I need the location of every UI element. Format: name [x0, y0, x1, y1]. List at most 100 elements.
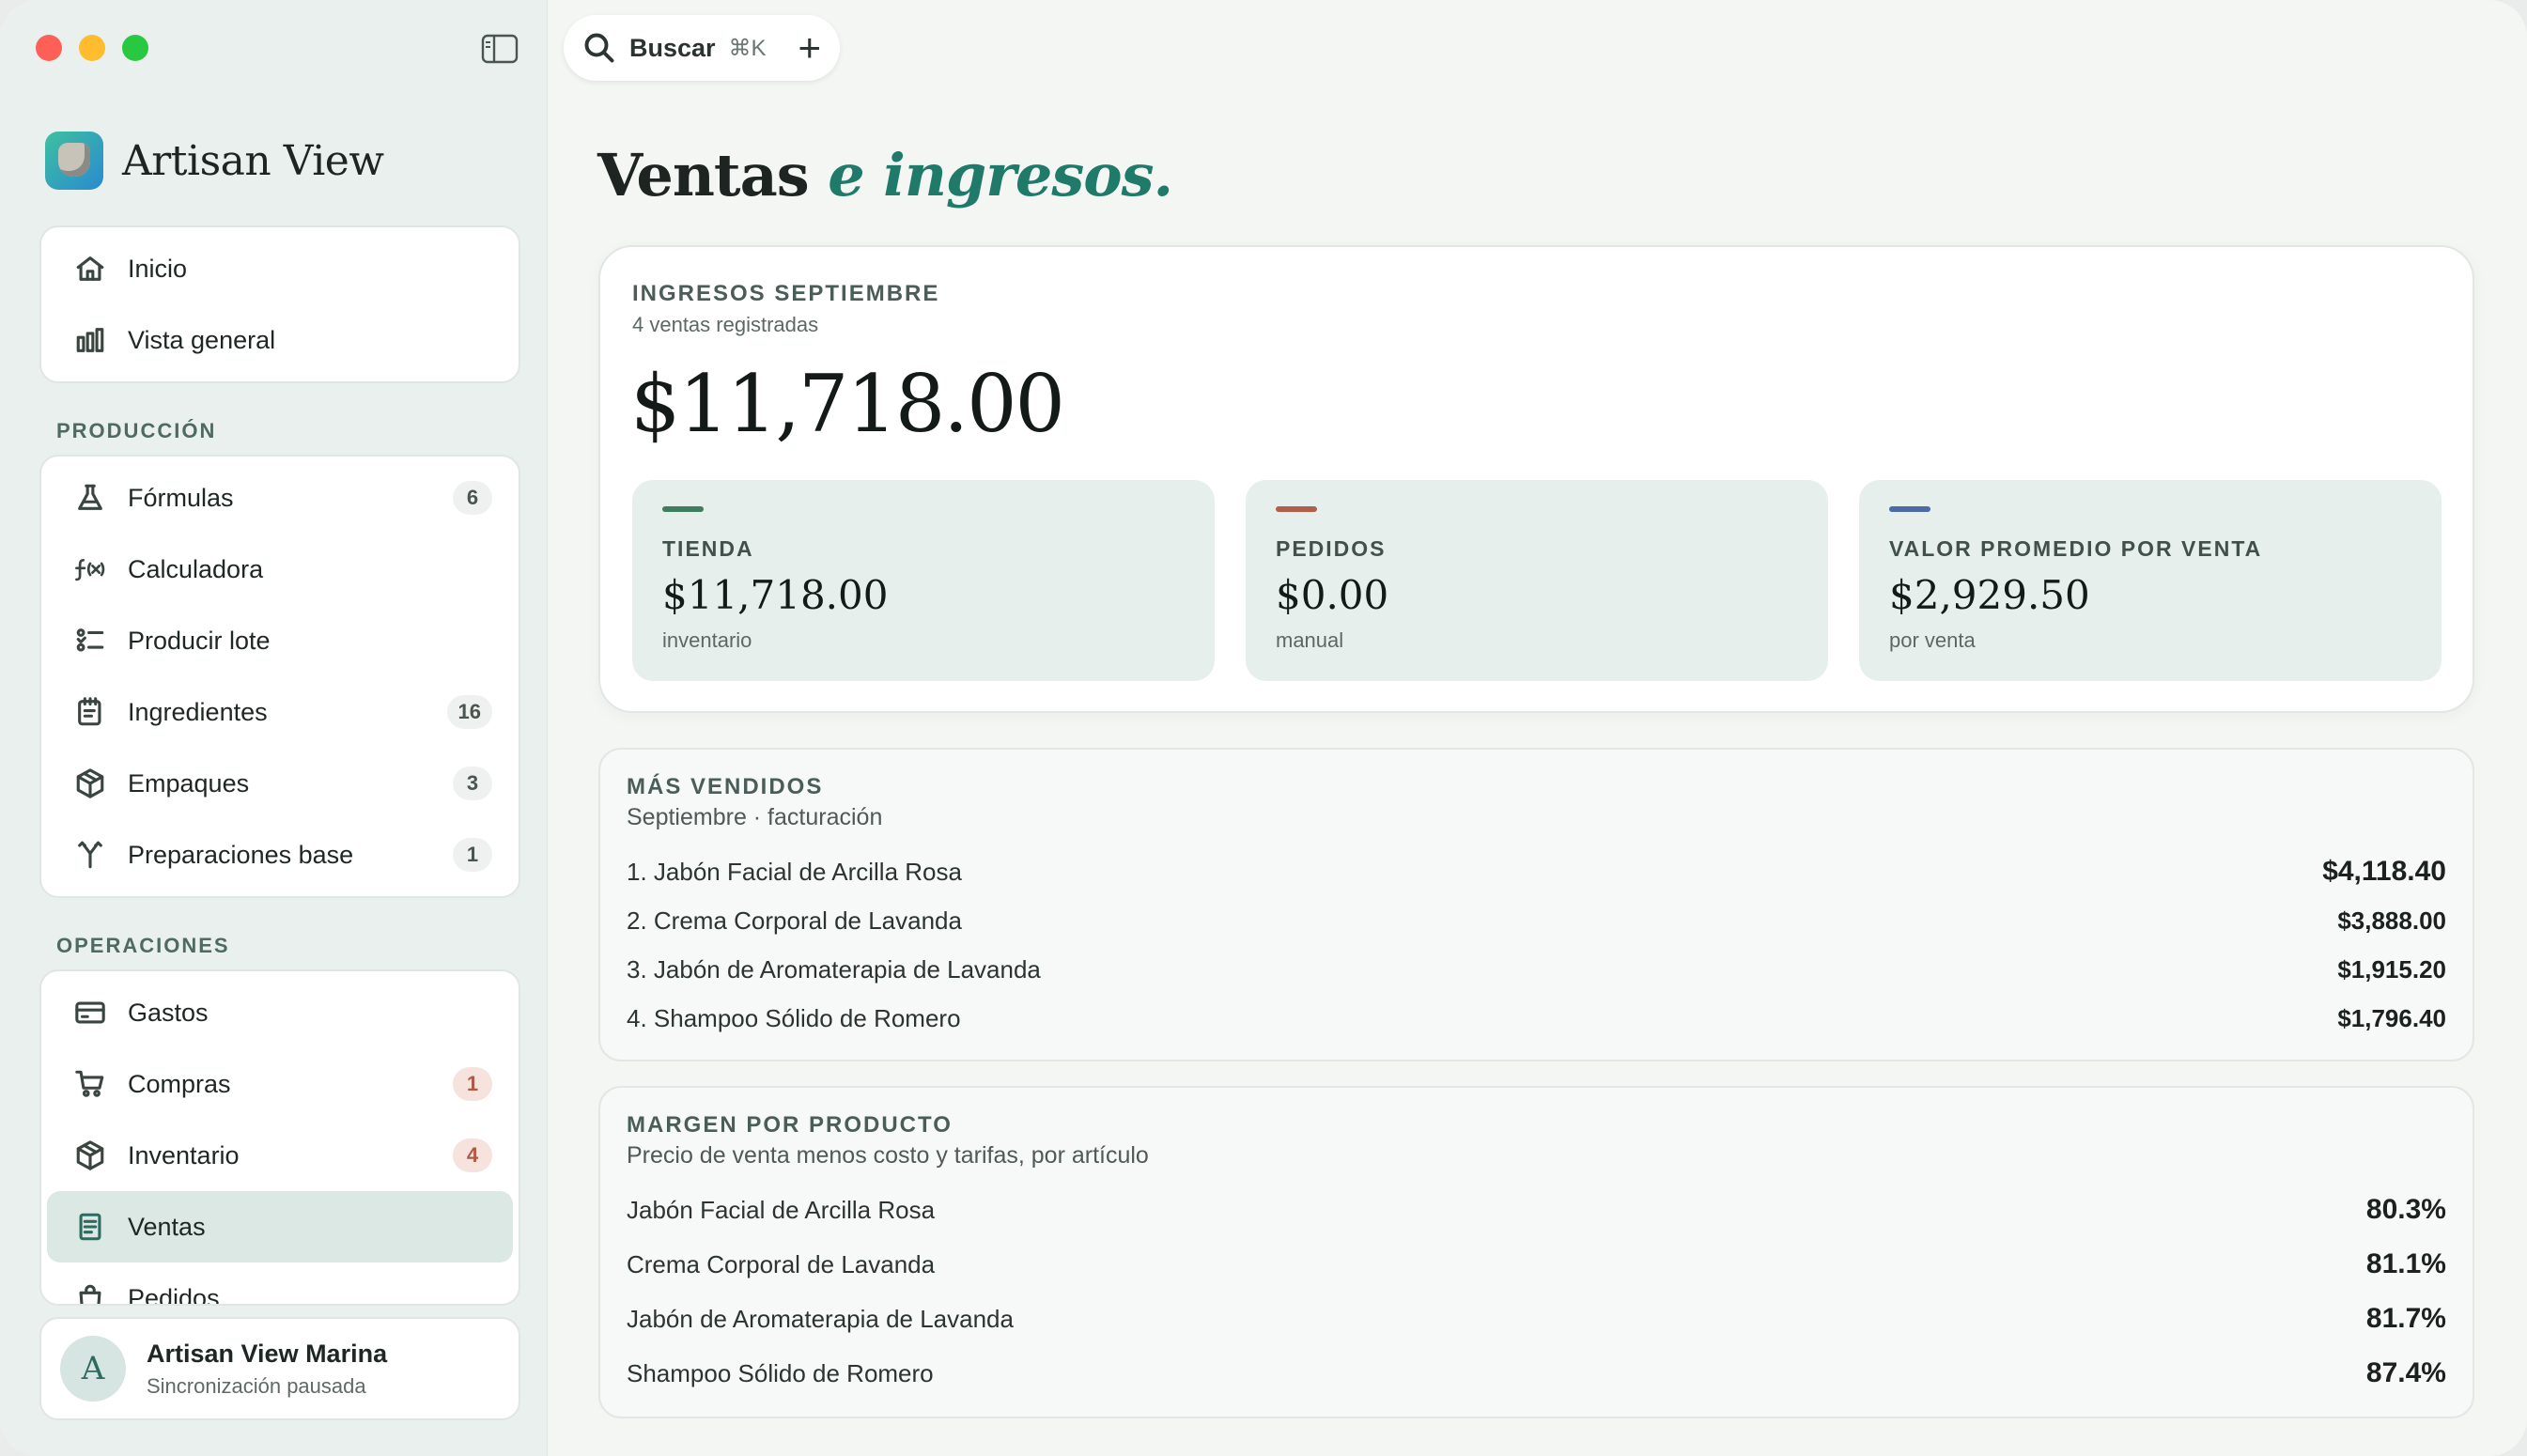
page-title: Ventas e ingresos.	[597, 141, 1173, 209]
account-card[interactable]: A Artisan View Marina Sincronización pau…	[39, 1317, 520, 1420]
box-icon	[71, 1137, 109, 1174]
nav-group-operaciones: Gastos Compras 1 Inventario 4 Ventas Ped…	[39, 969, 520, 1306]
metric-value: $11,718.00	[662, 572, 889, 618]
product-revenue: $1,915.20	[2337, 954, 2446, 984]
margin-eyebrow: MARGEN POR PRODUCTO	[627, 1112, 953, 1138]
metric-tienda: TIENDA $11,718.00 inventario	[632, 480, 1215, 681]
sidebar-item-label: Ingredientes	[128, 697, 268, 726]
product-name: 4. Shampoo Sólido de Romero	[627, 1003, 961, 1032]
metric-sub: por venta	[1889, 628, 1976, 652]
product-name: 3. Jabón de Aromaterapia de Lavanda	[627, 954, 1041, 984]
list-check-icon	[71, 622, 109, 659]
page-title-accent: e ingresos.	[828, 141, 1173, 209]
sidebar-item-ventas[interactable]: Ventas	[47, 1191, 513, 1262]
sidebar-item-label: Pedidos	[128, 1283, 220, 1306]
sidebar-toggle-icon[interactable]	[481, 34, 519, 64]
list-item[interactable]: Shampoo Sólido de Romero 87.4%	[627, 1355, 2446, 1392]
sidebar-item-formulas[interactable]: Fórmulas 6	[47, 462, 513, 534]
sync-status: Sincronización pausada	[147, 1373, 366, 1398]
search-button[interactable]: Buscar ⌘K +	[564, 15, 840, 81]
margin-card: MARGEN POR PRODUCTO Precio de venta meno…	[598, 1086, 2474, 1418]
sidebar-item-label: Producir lote	[128, 626, 271, 655]
nav-group-main: Inicio Vista general	[39, 225, 520, 383]
metric-color-bar	[1276, 506, 1317, 512]
search-label: Buscar	[629, 33, 716, 62]
box-icon	[71, 765, 109, 802]
metric-sub: inventario	[662, 628, 752, 652]
metric-label: TIENDA	[662, 536, 754, 561]
search-icon	[584, 33, 614, 63]
account-info: Artisan View Marina Sincronización pausa…	[147, 1340, 387, 1399]
list-item[interactable]: 3. Jabón de Aromaterapia de Lavanda $1,9…	[627, 951, 2446, 988]
section-label-produccion: PRODUCCIÓN	[56, 419, 217, 442]
metric-pedidos: PEDIDOS $0.00 manual	[1246, 480, 1828, 681]
metric-color-bar	[1889, 506, 1930, 512]
count-badge: 1	[453, 1067, 492, 1101]
sidebar-item-calculadora[interactable]: Calculadora	[47, 534, 513, 605]
list-item[interactable]: Jabón de Aromaterapia de Lavanda 81.7%	[627, 1300, 2446, 1338]
sidebar-item-producir-lote[interactable]: Producir lote	[47, 605, 513, 676]
avatar: A	[60, 1336, 126, 1402]
product-margin: 81.7%	[2365, 1303, 2446, 1334]
product-margin: 80.3%	[2365, 1194, 2446, 1225]
sidebar-item-inicio[interactable]: Inicio	[47, 233, 513, 304]
sidebar-item-label: Calculadora	[128, 554, 264, 583]
list-item[interactable]: Crema Corporal de Lavanda 81.1%	[627, 1246, 2446, 1283]
cart-icon	[71, 1065, 109, 1103]
product-name: 1. Jabón Facial de Arcilla Rosa	[627, 857, 962, 886]
sidebar-item-vista-general[interactable]: Vista general	[47, 304, 513, 376]
sidebar-item-preparaciones-base[interactable]: Preparaciones base 1	[47, 819, 513, 891]
bar-chart-icon	[71, 321, 109, 359]
zoom-window-button[interactable]	[122, 35, 148, 61]
product-name: Jabón de Aromaterapia de Lavanda	[627, 1304, 1014, 1333]
count-badge: 1	[453, 838, 492, 872]
count-badge: 16	[446, 695, 492, 729]
app-name: Artisan View	[122, 136, 384, 185]
page-title-main: Ventas	[597, 141, 810, 209]
sidebar-item-label: Vista general	[128, 325, 276, 354]
product-revenue: $3,888.00	[2337, 906, 2446, 935]
metric-sub: manual	[1276, 628, 1344, 652]
sidebar-item-gastos[interactable]: Gastos	[47, 977, 513, 1048]
app-window: Artisan View Inicio Vista general PRODUC…	[0, 0, 2527, 1456]
sidebar-item-pedidos[interactable]: Pedidos	[47, 1262, 513, 1306]
product-name: 2. Crema Corporal de Lavanda	[627, 906, 962, 935]
list-item[interactable]: 2. Crema Corporal de Lavanda $3,888.00	[627, 902, 2446, 939]
product-name: Shampoo Sólido de Romero	[627, 1358, 934, 1387]
revenue-eyebrow: INGRESOS SEPTIEMBRE	[632, 281, 940, 306]
flask-icon	[71, 479, 109, 517]
home-icon	[71, 250, 109, 287]
app-logo	[45, 132, 103, 190]
sidebar-item-label: Compras	[128, 1069, 231, 1098]
nav-group-produccion: Fórmulas 6 Calculadora Producir lote Ing…	[39, 455, 520, 898]
metric-value: $2,929.50	[1889, 572, 2090, 618]
close-window-button[interactable]	[36, 35, 62, 61]
account-name: Artisan View Marina	[147, 1339, 388, 1368]
sidebar-item-compras[interactable]: Compras 1	[47, 1048, 513, 1120]
list-item[interactable]: 4. Shampoo Sólido de Romero $1,796.40	[627, 999, 2446, 1037]
receipt-icon	[71, 1208, 109, 1246]
product-name: Jabón Facial de Arcilla Rosa	[627, 1195, 936, 1224]
sidebar-item-empaques[interactable]: Empaques 3	[47, 748, 513, 819]
sidebar-item-label: Preparaciones base	[128, 840, 354, 869]
sidebar-item-label: Inventario	[128, 1140, 240, 1169]
sidebar: Artisan View Inicio Vista general PRODUC…	[0, 0, 548, 1456]
add-icon[interactable]: +	[798, 28, 821, 68]
minimize-window-button[interactable]	[79, 35, 105, 61]
product-margin: 87.4%	[2365, 1357, 2446, 1388]
list-item[interactable]: 1. Jabón Facial de Arcilla Rosa $4,118.4…	[627, 853, 2446, 891]
merge-icon	[71, 836, 109, 874]
metric-valor-promedio: VALOR PROMEDIO POR VENTA $2,929.50 por v…	[1859, 480, 2442, 681]
list-item[interactable]: Jabón Facial de Arcilla Rosa 80.3%	[627, 1191, 2446, 1229]
product-revenue: $4,118.40	[2322, 856, 2446, 887]
count-badge: 3	[453, 767, 492, 800]
sidebar-item-label: Inicio	[128, 254, 188, 283]
sidebar-item-ingredientes[interactable]: Ingredientes 16	[47, 676, 513, 748]
metric-label: PEDIDOS	[1276, 536, 1387, 561]
section-label-operaciones: OPERACIONES	[56, 934, 230, 957]
revenue-card: INGRESOS SEPTIEMBRE 4 ventas registradas…	[598, 245, 2474, 713]
sidebar-item-inventario[interactable]: Inventario 4	[47, 1120, 513, 1191]
sidebar-item-label: Ventas	[128, 1212, 206, 1241]
sidebar-item-label: Fórmulas	[128, 483, 234, 512]
revenue-total: $11,718.00	[630, 358, 1065, 450]
